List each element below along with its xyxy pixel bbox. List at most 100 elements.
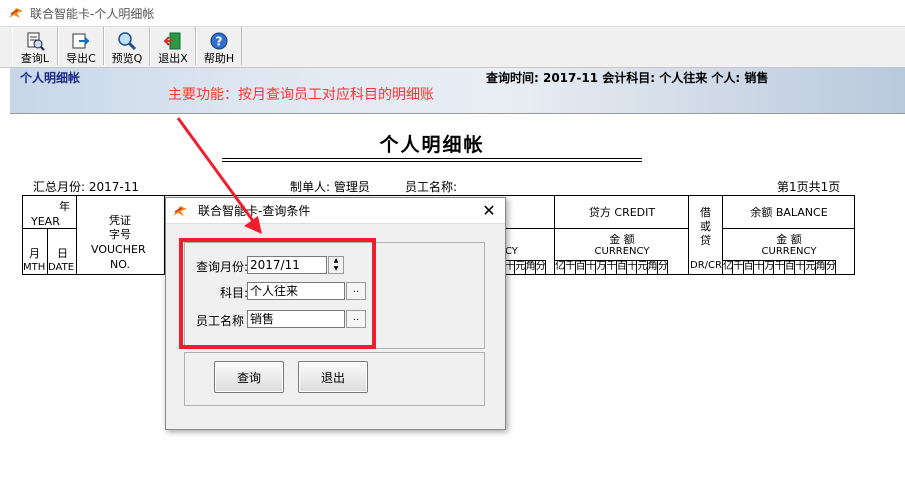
month-en-label: MTH bbox=[23, 262, 46, 273]
digit-label: 分 bbox=[657, 261, 669, 274]
year-header-cell: 年 YEAR bbox=[23, 196, 77, 229]
month-spinner[interactable]: ▲ ▼ bbox=[328, 256, 344, 274]
digit-label: 百 bbox=[575, 261, 586, 274]
digit-label: 角 bbox=[815, 261, 826, 274]
balance-currency-cell: 金 额 CURRENCY 亿 千 百 十 万 千 百 十 元 角 分 bbox=[723, 229, 855, 275]
toolbar: 查询L 导出C 预览Q 退出X ? 帮助H bbox=[0, 26, 905, 68]
voucher-label-2: 字号 bbox=[109, 228, 131, 241]
digit-label: 元 bbox=[637, 261, 648, 274]
voucher-header-cell: 凭证 字号 VOUCHER NO. bbox=[77, 196, 165, 275]
debit-digit-row: 十 元 角 分 bbox=[505, 260, 547, 274]
preview-button-label: 预览Q bbox=[111, 52, 143, 65]
digit-label: 十 bbox=[627, 261, 638, 274]
debit-header-cell bbox=[505, 196, 555, 229]
help-icon: ? bbox=[210, 32, 228, 50]
title-underline bbox=[222, 158, 642, 159]
digit-label: 千 bbox=[774, 261, 785, 274]
balance-digit-row: 亿 千 百 十 万 千 百 十 元 角 分 bbox=[723, 260, 837, 274]
year-en-label: YEAR bbox=[31, 215, 60, 228]
digit-label: 百 bbox=[784, 261, 796, 274]
credit-digit-row: 亿 千 百 十 万 千 百 十 元 角 分 bbox=[555, 260, 669, 274]
window-titlebar: 联合智能卡-个人明细帐 bbox=[0, 0, 905, 26]
balance-label: 余额 BALANCE bbox=[750, 206, 828, 219]
banner-page-title: 个人明细帐 bbox=[20, 71, 81, 85]
credit-header-cell: 贷方 CREDIT bbox=[555, 196, 689, 229]
digit-label: 亿 bbox=[723, 261, 734, 274]
drcr-label-2: 或 bbox=[700, 220, 711, 233]
digit-label: 千 bbox=[733, 261, 744, 274]
digit-label: 万 bbox=[764, 261, 775, 274]
app-logo-icon bbox=[173, 205, 187, 216]
svg-text:?: ? bbox=[216, 35, 223, 49]
balance-header-cell: 余额 BALANCE bbox=[723, 196, 855, 229]
spin-up-icon[interactable]: ▲ bbox=[329, 257, 343, 265]
spin-down-icon[interactable]: ▼ bbox=[329, 265, 343, 273]
employee-name-input[interactable]: 销售 bbox=[247, 310, 345, 328]
query-button[interactable]: 查询L bbox=[12, 27, 58, 65]
export-icon bbox=[72, 33, 90, 49]
drcr-en-label: DR/CR bbox=[690, 260, 722, 271]
digit-label: 十 bbox=[753, 261, 765, 274]
query-month-input[interactable]: 2017/11 bbox=[247, 256, 327, 274]
query-doc-icon bbox=[27, 32, 45, 51]
exit-door-icon bbox=[163, 32, 181, 50]
drcr-label-3: 贷 bbox=[700, 234, 711, 247]
exit-button[interactable]: 退出X bbox=[150, 27, 196, 65]
subject-browse-button[interactable]: .. bbox=[346, 282, 366, 300]
balance-currency-label: CURRENCY bbox=[761, 246, 817, 257]
drcr-header-cell: 借 或 贷 DR/CR bbox=[689, 196, 723, 275]
title-underline-2 bbox=[222, 161, 642, 162]
page-info: 第1页共1页 bbox=[777, 180, 841, 194]
digit-label: 万 bbox=[596, 261, 607, 274]
digit-label: 百 bbox=[743, 261, 754, 274]
report-banner: 个人明细帐 查询时间: 2017-11 会计科目: 个人往来 个人: 销售 bbox=[10, 68, 905, 114]
employee-name-dialog-label: 员工名称 bbox=[196, 314, 245, 328]
digit-label: 百 bbox=[616, 261, 628, 274]
drcr-label-1: 借 bbox=[700, 206, 711, 219]
subject-input[interactable]: 个人往来 bbox=[247, 282, 345, 300]
annotation-text: 主要功能：按月查询员工对应科目的明细账 bbox=[168, 87, 434, 103]
exit-button-label: 退出X bbox=[158, 52, 188, 65]
credit-currency-cell: 金 额 CURRENCY 亿 千 百 十 万 千 百 十 元 角 分 bbox=[555, 229, 689, 275]
export-button-label: 导出C bbox=[66, 52, 96, 65]
voucher-en-2: NO. bbox=[110, 258, 130, 271]
query-button-label: 查询L bbox=[20, 52, 50, 65]
banner-query-info: 查询时间: 2017-11 会计科目: 个人往来 个人: 销售 bbox=[486, 71, 769, 85]
voucher-label-1: 凭证 bbox=[109, 214, 131, 227]
summary-month: 汇总月份: 2017-11 bbox=[33, 180, 139, 194]
help-button-label: 帮助H bbox=[203, 52, 235, 65]
employee-name-label: 员工名称: bbox=[405, 180, 458, 194]
month-label: 月 bbox=[29, 247, 40, 260]
app-logo-icon bbox=[9, 8, 23, 18]
dialog-titlebar[interactable]: 联合智能卡-查询条件 bbox=[166, 198, 505, 224]
digit-label: 亿 bbox=[555, 261, 566, 274]
window-title: 联合智能卡-个人明细帐 bbox=[30, 6, 155, 21]
report-title: 个人明细帐 bbox=[379, 134, 485, 156]
employee-browse-button[interactable]: .. bbox=[346, 310, 366, 328]
day-header-cell: 日 DATE bbox=[48, 229, 77, 275]
dialog-query-button[interactable]: 查询 bbox=[214, 361, 284, 393]
debit-currency-partial: CY bbox=[505, 246, 518, 257]
day-en-label: DATE bbox=[48, 262, 75, 273]
day-label: 日 bbox=[57, 247, 68, 260]
magnifier-icon bbox=[118, 32, 137, 51]
month-header-cell: 月 MTH bbox=[23, 229, 48, 275]
digit-label: 元 bbox=[805, 261, 816, 274]
close-icon[interactable]: ✕ bbox=[481, 201, 497, 220]
report-maker: 制单人: 管理员 bbox=[290, 180, 370, 194]
credit-label: 贷方 CREDIT bbox=[588, 206, 656, 219]
digit-label: 分 bbox=[825, 261, 837, 274]
digit-label: 角 bbox=[525, 261, 536, 274]
digit-label: 千 bbox=[565, 261, 576, 274]
dialog-exit-button[interactable]: 退出 bbox=[298, 361, 368, 393]
digit-label: 角 bbox=[647, 261, 658, 274]
query-conditions-dialog: 联合智能卡-查询条件 ✕ 查询月份: 2017/11 ▲ ▼ 科目: 个人往来 … bbox=[165, 197, 506, 430]
year-label: 年 bbox=[59, 200, 70, 213]
help-button[interactable]: ? 帮助H bbox=[196, 27, 242, 65]
digit-label: 十 bbox=[795, 261, 806, 274]
digit-label: 分 bbox=[535, 261, 547, 274]
preview-button[interactable]: 预览Q bbox=[104, 27, 150, 65]
export-button[interactable]: 导出C bbox=[58, 27, 104, 65]
digit-label: 十 bbox=[505, 261, 516, 274]
dialog-title: 联合智能卡-查询条件 bbox=[198, 204, 311, 218]
